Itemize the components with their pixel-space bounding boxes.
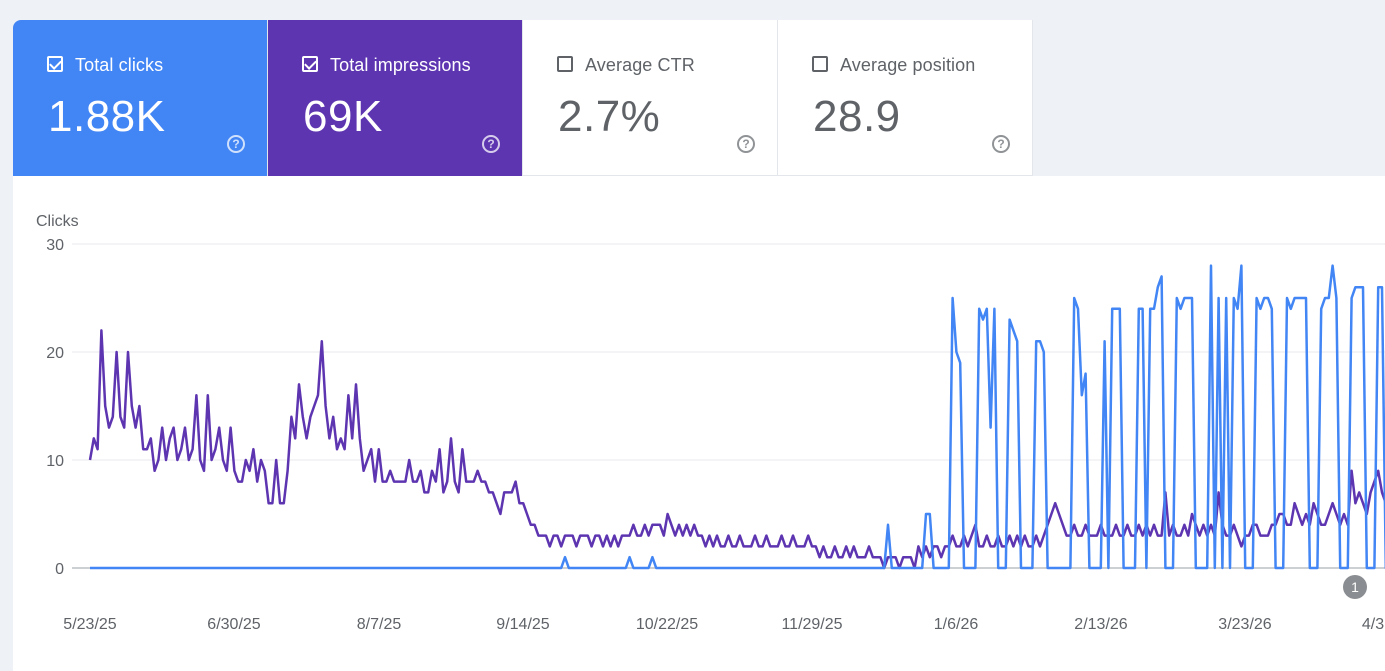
series-line-total-impressions [88, 329, 1385, 570]
help-icon[interactable]: ? [227, 135, 245, 153]
average-position-card[interactable]: Average position 28.9 ? [778, 20, 1033, 176]
x-tick-label: 5/23/25 [63, 616, 116, 633]
x-tick-label: 9/14/25 [496, 616, 549, 633]
x-tick-label: 2/13/26 [1074, 616, 1127, 633]
y-tick-label: 0 [55, 561, 64, 578]
y-tick-label: 20 [46, 345, 64, 362]
average-ctr-label: Average CTR [585, 55, 695, 75]
x-tick-label: 4/3 [1362, 616, 1384, 633]
average-ctr-value: 2.7% [558, 92, 661, 141]
total-clicks-value: 1.88K [48, 92, 166, 141]
help-icon[interactable]: ? [992, 135, 1010, 153]
performance-chart: Clicks 0 10 20 30 5/23/25 6/30/25 8/7/25 9/14/25… [13, 176, 1385, 671]
total-clicks-label: Total clicks [75, 55, 164, 75]
average-ctr-card[interactable]: Average CTR 2.7% ? [523, 20, 778, 176]
help-icon[interactable]: ? [737, 135, 755, 153]
x-tick-label: 1/6/26 [934, 616, 979, 633]
x-tick-label: 6/30/25 [207, 616, 260, 633]
x-tick-label: 3/23/26 [1218, 616, 1271, 633]
x-tick-label: 11/29/25 [781, 616, 842, 633]
y-tick-label: 10 [46, 453, 64, 470]
total-clicks-card[interactable]: Total clicks 1.88K ? [13, 20, 268, 176]
total-impressions-label: Total impressions [330, 55, 471, 75]
annotation-badge-label: 1 [1351, 579, 1359, 595]
total-impressions-value: 69K [303, 92, 383, 141]
metric-cards: Total clicks 1.88K ? Total impressions 6… [13, 20, 1033, 176]
total-clicks-checkbox[interactable] [47, 56, 63, 72]
average-position-checkbox[interactable] [812, 56, 828, 72]
total-impressions-checkbox[interactable] [302, 56, 318, 72]
x-tick-label: 10/22/25 [636, 616, 698, 633]
y-axis-title: Clicks [36, 213, 79, 230]
total-impressions-card[interactable]: Total impressions 69K ? [268, 20, 523, 176]
average-position-value: 28.9 [813, 92, 901, 141]
y-tick-label: 30 [46, 237, 64, 254]
average-position-label: Average position [840, 55, 976, 75]
average-ctr-checkbox[interactable] [557, 56, 573, 72]
help-icon[interactable]: ? [482, 135, 500, 153]
x-tick-label: 8/7/25 [357, 616, 402, 633]
chart-svg: Clicks 0 10 20 30 5/23/25 6/30/25 8/7/25 9/14/25… [36, 213, 1385, 633]
